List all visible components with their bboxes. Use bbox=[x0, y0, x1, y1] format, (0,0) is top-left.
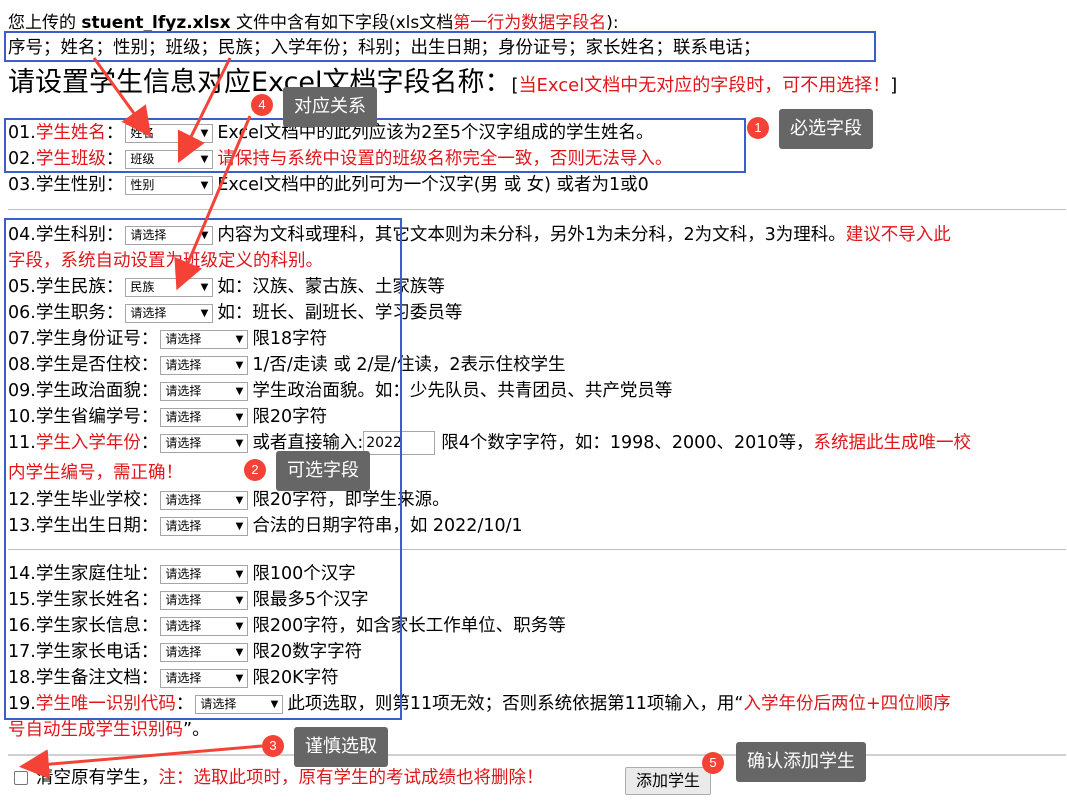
callout-mapping: 对应关系 bbox=[283, 87, 377, 127]
callout-confirm-add: 确认添加学生 bbox=[736, 742, 866, 782]
callout-badge-4: 4 bbox=[251, 94, 273, 116]
callout-badge-1: 1 bbox=[747, 117, 769, 139]
arrow-line bbox=[92, 57, 152, 138]
callout-badge-3: 3 bbox=[262, 735, 284, 757]
arrow-line bbox=[19, 744, 263, 780]
callout-optional-fields: 可选字段 bbox=[276, 451, 370, 491]
arrow-line bbox=[177, 57, 232, 164]
callout-use-caution: 谨慎选取 bbox=[294, 727, 388, 767]
callout-badge-2: 2 bbox=[244, 459, 266, 481]
callout-badge-5: 5 bbox=[702, 752, 724, 774]
annotation-arrows bbox=[19, 57, 263, 780]
callout-required-fields: 必选字段 bbox=[779, 109, 873, 149]
